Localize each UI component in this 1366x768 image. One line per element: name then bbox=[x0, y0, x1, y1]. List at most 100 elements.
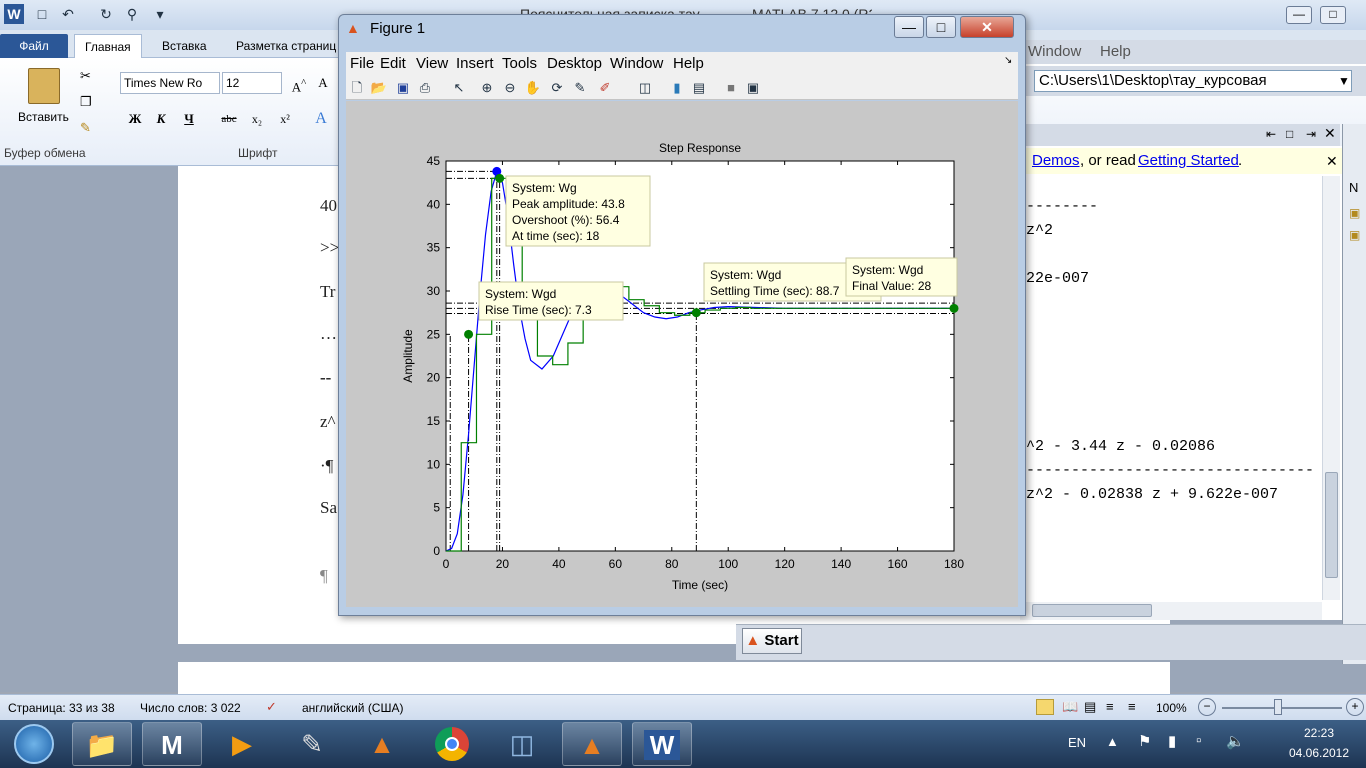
menu-window[interactable]: Window bbox=[1028, 43, 1081, 60]
getting-started-link[interactable]: Getting Started bbox=[1138, 148, 1239, 174]
print-layout-view-icon[interactable] bbox=[1036, 699, 1054, 715]
format-painter-icon[interactable]: ✎ bbox=[80, 120, 91, 136]
menu-desktop[interactable]: Desktop bbox=[547, 55, 602, 72]
fence-app-icon[interactable]: ◫ bbox=[492, 722, 552, 766]
spellcheck-icon[interactable]: ✓ bbox=[266, 699, 277, 715]
zoom-out-icon[interactable]: ⊖ bbox=[501, 79, 519, 97]
figure-maximize-icon[interactable]: □ bbox=[926, 16, 956, 38]
dock-icon[interactable]: ⇥ bbox=[1306, 127, 1316, 141]
web-view-icon[interactable]: ▤ bbox=[1084, 699, 1096, 715]
tab-file[interactable]: Файл bbox=[0, 34, 68, 58]
scrollbar-thumb[interactable] bbox=[1325, 472, 1338, 578]
menu-insert[interactable]: Insert bbox=[456, 55, 494, 72]
network-icon[interactable]: ▫ bbox=[1196, 732, 1201, 749]
superscript-button[interactable]: x² bbox=[274, 108, 296, 130]
scrollbar-thumb[interactable] bbox=[1032, 604, 1152, 617]
chrome-icon[interactable] bbox=[422, 722, 482, 766]
zoom-level[interactable]: 100% bbox=[1156, 701, 1187, 715]
matlab-icon[interactable]: ▲ bbox=[352, 722, 412, 766]
redo-icon[interactable]: ↻ bbox=[96, 4, 116, 24]
page-counter[interactable]: Страница: 33 из 38 bbox=[8, 701, 115, 715]
subscript-button[interactable]: x₂ bbox=[246, 108, 268, 130]
variable-icon[interactable]: ▣ bbox=[1349, 206, 1360, 220]
hide-plot-tools-icon[interactable]: ■ bbox=[722, 79, 740, 97]
find-icon[interactable]: ⚲ bbox=[122, 4, 142, 24]
menu-edit[interactable]: Edit bbox=[380, 55, 406, 72]
figure-canvas[interactable]: Step Response Time (sec) Amplitude 0 20 40 60 8… bbox=[346, 101, 1018, 607]
save-icon[interactable]: □ bbox=[32, 4, 52, 24]
maximize-pane-icon[interactable]: □ bbox=[1286, 127, 1293, 141]
link-icon[interactable]: ◫ bbox=[636, 79, 654, 97]
new-icon[interactable]: 🗋 bbox=[348, 79, 366, 97]
undock-icon[interactable]: ⇤ bbox=[1266, 127, 1276, 141]
zoom-in-button[interactable]: + bbox=[1346, 698, 1364, 716]
menu-help[interactable]: Help bbox=[1100, 43, 1131, 60]
variable-icon[interactable]: ▣ bbox=[1349, 228, 1360, 242]
pointer-icon[interactable]: ↖ bbox=[450, 79, 468, 97]
show-plot-tools-icon[interactable]: ▣ bbox=[744, 79, 762, 97]
open-icon[interactable]: 📂 bbox=[370, 79, 388, 97]
restore-icon[interactable]: □ bbox=[1320, 6, 1346, 24]
underline-button[interactable]: Ч bbox=[178, 108, 200, 130]
command-vertical-scrollbar[interactable] bbox=[1322, 176, 1340, 600]
undo-icon[interactable]: ↶ bbox=[58, 4, 78, 24]
current-folder-input[interactable]: C:\Users\1\Desktop\тау_курсовая bbox=[1034, 70, 1352, 92]
grow-font-icon[interactable]: A^ bbox=[288, 72, 310, 94]
action-center-flag-icon[interactable]: ⚑ bbox=[1138, 732, 1151, 750]
zoom-slider-thumb[interactable] bbox=[1274, 699, 1282, 715]
copy-icon[interactable]: ❐ bbox=[80, 94, 92, 110]
device-icon[interactable]: ▮ bbox=[1168, 732, 1176, 750]
menu-view[interactable]: View bbox=[416, 55, 448, 72]
tab-insert[interactable]: Вставка bbox=[152, 34, 217, 58]
rotate-icon[interactable]: ⟳ bbox=[548, 79, 566, 97]
demos-link[interactable]: Demos bbox=[1032, 148, 1080, 174]
language-indicator[interactable]: EN bbox=[1068, 735, 1086, 750]
legend-icon[interactable]: ▤ bbox=[690, 79, 708, 97]
draft-view-icon[interactable]: ≡ bbox=[1128, 699, 1136, 714]
pan-icon[interactable]: ✋ bbox=[524, 79, 542, 97]
colorbar-icon[interactable]: ▮ bbox=[668, 79, 686, 97]
cut-icon[interactable]: ✂ bbox=[80, 68, 91, 84]
matlab-open-icon[interactable]: ▲ bbox=[562, 722, 622, 766]
command-horizontal-scrollbar[interactable] bbox=[1020, 602, 1322, 620]
menu-window[interactable]: Window bbox=[610, 55, 663, 72]
italic-button[interactable]: К bbox=[150, 108, 172, 130]
windows-start-icon[interactable] bbox=[4, 722, 64, 766]
word-open-icon[interactable]: W bbox=[632, 722, 692, 766]
font-name-select[interactable]: Times New Ro bbox=[120, 72, 220, 94]
save-icon[interactable]: ▣ bbox=[394, 79, 412, 97]
show-hidden-icons-icon[interactable]: ▲ bbox=[1106, 734, 1119, 749]
figure-close-icon[interactable]: ✕ bbox=[960, 16, 1014, 38]
shrink-font-icon[interactable]: A bbox=[312, 72, 334, 94]
clock-date[interactable]: 04.06.2012 bbox=[1274, 746, 1364, 760]
outline-view-icon[interactable]: ≡ bbox=[1106, 699, 1114, 714]
maple-icon[interactable]: M bbox=[142, 722, 202, 766]
figure-minimize-icon[interactable]: — bbox=[894, 16, 924, 38]
folder-dropdown-icon[interactable]: ▼ bbox=[1338, 74, 1350, 88]
start-button[interactable]: ▲ Start bbox=[742, 628, 802, 654]
media-player-icon[interactable]: ▶ bbox=[212, 722, 272, 766]
text-effects-icon[interactable]: A bbox=[310, 108, 332, 130]
language-indicator[interactable]: английский (США) bbox=[302, 701, 403, 715]
word-count[interactable]: Число слов: 3 022 bbox=[140, 701, 241, 715]
dock-figure-icon[interactable]: ↘ bbox=[1004, 55, 1012, 66]
clock-time[interactable]: 22:23 bbox=[1274, 726, 1364, 740]
paste-button[interactable]: Вставить bbox=[18, 110, 69, 124]
command-window[interactable] bbox=[1020, 146, 1342, 620]
bold-button[interactable]: Ж bbox=[124, 108, 146, 130]
minimize-icon[interactable]: — bbox=[1286, 6, 1312, 24]
brush-icon[interactable]: ✐ bbox=[596, 79, 614, 97]
qat-customize-icon[interactable]: ▾ bbox=[150, 4, 170, 24]
explorer-icon[interactable]: 📁 bbox=[72, 722, 132, 766]
tab-home[interactable]: Главная bbox=[74, 34, 142, 58]
reading-view-icon[interactable]: 📖 bbox=[1062, 699, 1078, 715]
zoom-out-button[interactable]: − bbox=[1198, 698, 1216, 716]
paste-icon[interactable] bbox=[28, 68, 60, 104]
paint-tool-icon[interactable]: ✎ bbox=[282, 722, 342, 766]
tab-page-layout[interactable]: Разметка страниц bbox=[226, 34, 336, 58]
menu-help[interactable]: Help bbox=[673, 55, 704, 72]
zoom-slider[interactable] bbox=[1222, 707, 1342, 709]
strikethrough-button[interactable]: abc bbox=[218, 108, 240, 130]
font-size-select[interactable]: 12 bbox=[222, 72, 282, 94]
menu-file[interactable]: File bbox=[350, 55, 374, 72]
